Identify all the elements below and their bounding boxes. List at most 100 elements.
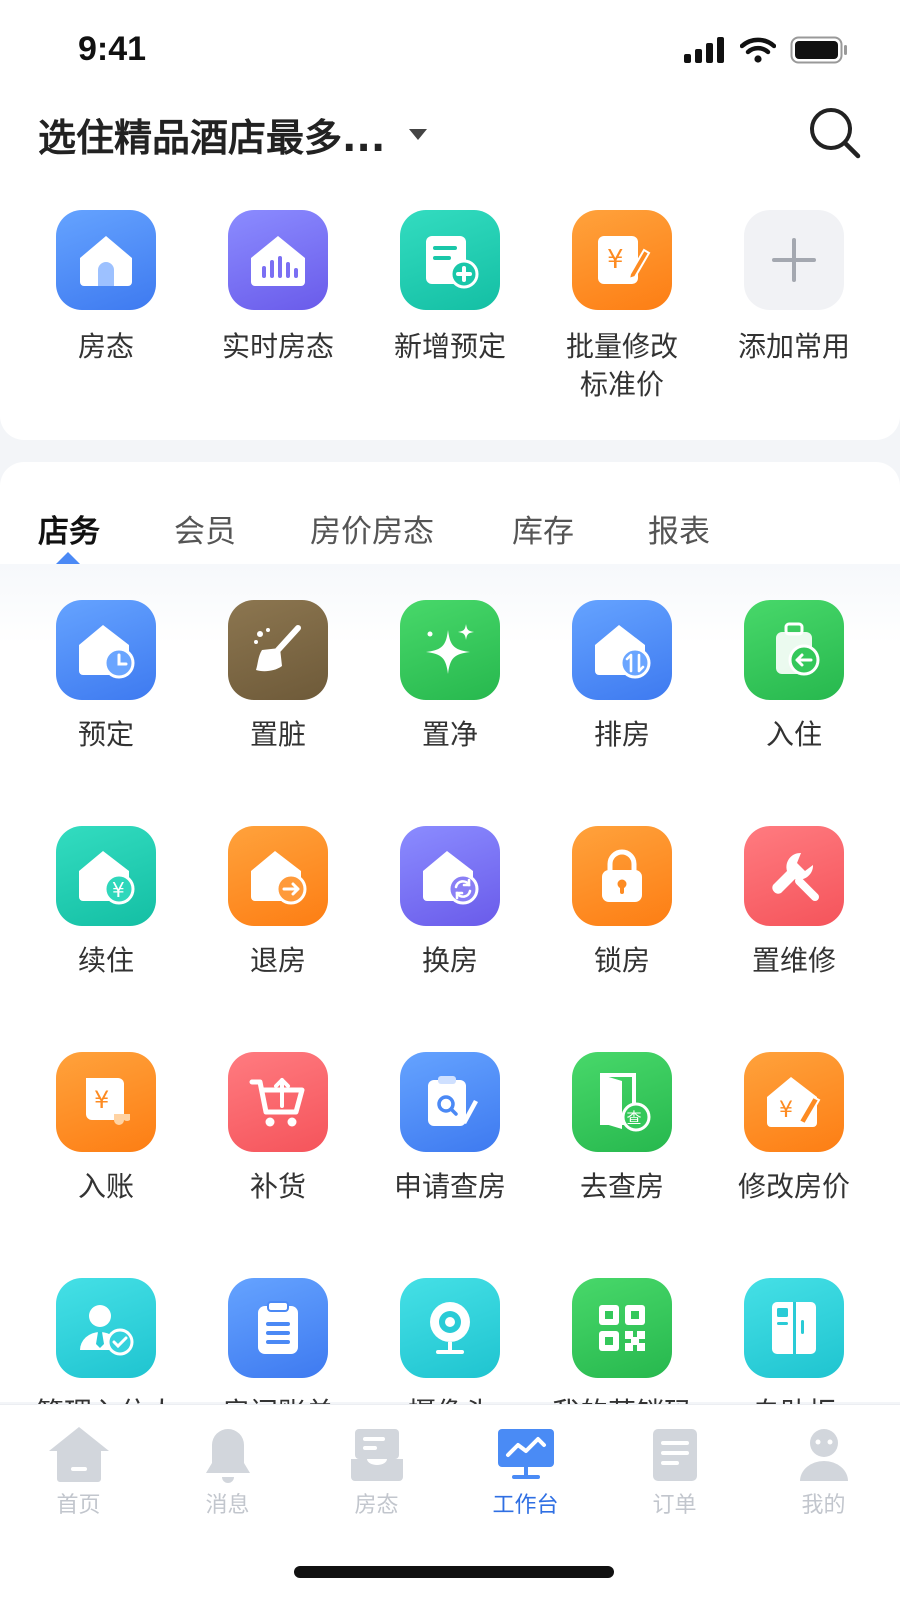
- quick-action-add-favorite[interactable]: 添加常用: [708, 210, 880, 404]
- house-price-edit-icon: ¥: [744, 1052, 844, 1152]
- cart-icon: [228, 1052, 328, 1152]
- grid-item-label: 排房: [593, 718, 650, 751]
- kiosk-icon: [744, 1278, 844, 1378]
- tray-icon: [350, 1429, 403, 1481]
- grid-item-label: 置脏: [249, 718, 306, 751]
- grid-item-assign-room[interactable]: 排房: [536, 600, 708, 754]
- tab-price-status[interactable]: 房价房态: [310, 506, 434, 551]
- quick-action-realtime-status[interactable]: 实时房态: [192, 210, 364, 404]
- house-chart-icon: [228, 210, 328, 310]
- signal-icon: [684, 37, 724, 63]
- bill-yen-icon: ¥: [56, 1052, 156, 1152]
- qr-code-icon: [572, 1278, 672, 1378]
- grid-item-label: 去查房: [579, 1170, 664, 1203]
- broom-icon: [228, 600, 328, 700]
- quick-action-new-booking[interactable]: 新增预定: [364, 210, 536, 404]
- caret-down-icon: [409, 128, 428, 140]
- grid-item-edit-room-price[interactable]: ¥ 修改房价: [708, 1052, 880, 1206]
- house-swap-icon: [400, 826, 500, 926]
- grid-item-label: 修改房价: [737, 1170, 850, 1203]
- house-sort-icon: [572, 600, 672, 700]
- tabbar-label: 订单: [652, 1493, 697, 1518]
- home-icon: [56, 210, 156, 310]
- tab-inventory[interactable]: 库存: [512, 506, 574, 551]
- hotel-name: 选住精品酒店最多...: [38, 115, 386, 160]
- svg-text:¥: ¥: [112, 878, 125, 902]
- grid-item-lock-room[interactable]: 锁房: [536, 826, 708, 980]
- quick-action-label: 新增预定: [393, 330, 506, 363]
- tabbar-room-status[interactable]: 房态: [302, 1425, 451, 1519]
- price-edit-icon: ¥: [572, 210, 672, 310]
- battery-icon: [790, 36, 847, 64]
- home-icon: [48, 1427, 109, 1482]
- tabbar-label: 工作台: [492, 1493, 559, 1518]
- house-clock-icon: [56, 600, 156, 700]
- grid-item-request-inspection[interactable]: 申请查房: [364, 1052, 536, 1206]
- tabbar-home[interactable]: 首页: [4, 1425, 153, 1519]
- grid-item-label: 续住: [77, 944, 134, 977]
- tab-reports[interactable]: 报表: [648, 506, 710, 551]
- tabbar-workbench[interactable]: 工作台: [451, 1425, 600, 1519]
- guest-manage-icon: [56, 1278, 156, 1378]
- tabbar-profile[interactable]: 我的: [749, 1425, 898, 1519]
- category-tabs: 店务 会员 房价房态 库存 报表: [0, 462, 900, 564]
- svg-text:¥: ¥: [607, 245, 624, 275]
- quick-action-label: 房态: [77, 330, 134, 363]
- grid-item-label: 申请查房: [393, 1170, 506, 1203]
- status-time: 9:41: [78, 30, 147, 68]
- tabbar-label: 我的: [801, 1493, 846, 1518]
- status-icons: [684, 36, 848, 64]
- svg-text:¥: ¥: [94, 1086, 109, 1114]
- grid-item-set-clean[interactable]: 置净: [364, 600, 536, 754]
- quick-action-room-status[interactable]: 房态: [20, 210, 192, 404]
- function-grid: 预定 置脏 置净 排房 入住 ¥ 续住 退房 换房 锁房 置维修 ¥ 入账 补货…: [20, 600, 880, 1432]
- tab-members[interactable]: 会员: [174, 506, 236, 551]
- grid-item-set-dirty[interactable]: 置脏: [192, 600, 364, 754]
- wifi-icon: [740, 37, 776, 63]
- grid-item-check-out[interactable]: 退房: [192, 826, 364, 980]
- clipboard-list-icon: [228, 1278, 328, 1378]
- wrench-icon: [744, 826, 844, 926]
- quick-action-batch-price[interactable]: ¥ 批量修改 标准价: [536, 210, 708, 404]
- grid-item-label: 置净: [421, 718, 478, 751]
- grid-item-go-inspect[interactable]: 查 去查房: [536, 1052, 708, 1206]
- camera-icon: [400, 1278, 500, 1378]
- svg-text:查: 查: [627, 1109, 642, 1127]
- quick-action-label: 实时房态: [221, 330, 334, 363]
- dashboard-icon: [497, 1429, 554, 1479]
- grid-item-label: 退房: [249, 944, 306, 977]
- hotel-selector[interactable]: 选住精品酒店最多...: [38, 104, 428, 164]
- tabbar-orders[interactable]: 订单: [600, 1425, 749, 1519]
- bell-icon: [205, 1429, 250, 1483]
- clipboard-search-icon: [400, 1052, 500, 1152]
- tabbar-label: 首页: [56, 1493, 101, 1518]
- sparkle-icon: [400, 600, 500, 700]
- document-add-icon: [400, 210, 500, 310]
- grid-item-post-charge[interactable]: ¥ 入账: [20, 1052, 192, 1206]
- grid-item-label: 补货: [249, 1170, 306, 1203]
- grid-item-restock[interactable]: 补货: [192, 1052, 364, 1206]
- search-icon[interactable]: [808, 106, 862, 160]
- svg-text:¥: ¥: [779, 1098, 793, 1123]
- quick-action-label: 批量修改 标准价: [565, 330, 678, 401]
- grid-item-set-maintenance[interactable]: 置维修: [708, 826, 880, 980]
- tabbar-label: 消息: [205, 1493, 250, 1518]
- tabbar-label: 房态: [354, 1493, 399, 1518]
- door-check-icon: 查: [572, 1052, 672, 1152]
- luggage-checkin-icon: [744, 600, 844, 700]
- grid-item-change-room[interactable]: 换房: [364, 826, 536, 980]
- grid-item-label: 入账: [77, 1170, 134, 1203]
- grid-item-extend-stay[interactable]: ¥ 续住: [20, 826, 192, 980]
- grid-item-booking[interactable]: 预定: [20, 600, 192, 754]
- grid-item-label: 置维修: [751, 944, 836, 977]
- tab-store-ops[interactable]: 店务: [38, 506, 100, 551]
- lock-icon: [572, 826, 672, 926]
- document-icon: [652, 1429, 697, 1481]
- grid-item-label: 预定: [77, 718, 134, 751]
- plus-icon: [744, 210, 844, 310]
- grid-item-label: 换房: [421, 944, 478, 977]
- tab-indicator: [56, 552, 80, 564]
- tabbar-messages[interactable]: 消息: [153, 1425, 302, 1519]
- status-bar: 9:41: [0, 0, 900, 100]
- grid-item-check-in[interactable]: 入住: [708, 600, 880, 754]
